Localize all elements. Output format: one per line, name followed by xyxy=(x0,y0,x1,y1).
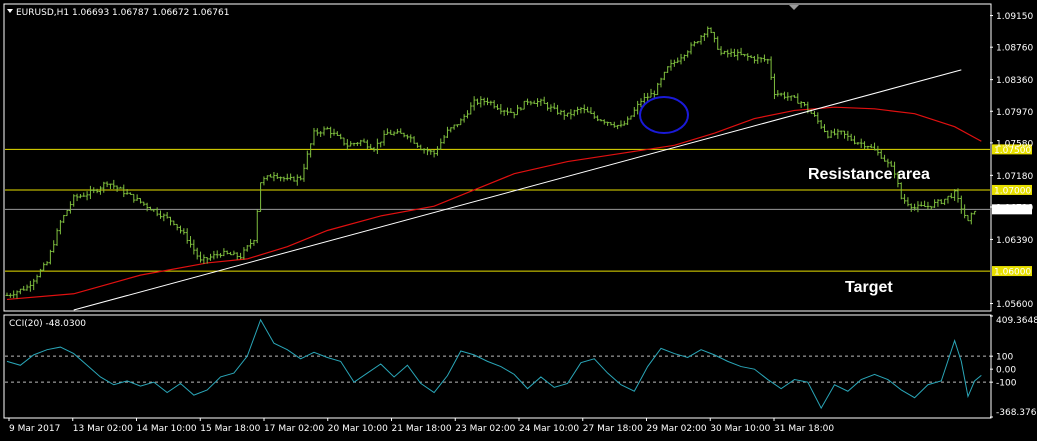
date-tick-label: 30 Mar 10:00 xyxy=(710,424,770,434)
price-tick-label: 1.09150 xyxy=(996,12,1033,22)
date-tick-label: 9 Mar 2017 xyxy=(9,424,60,434)
resistance-annotation: Resistance area xyxy=(808,166,930,183)
cci-label: CCI(20) -48.0300 xyxy=(9,319,86,329)
date-tick-label: 23 Mar 02:00 xyxy=(455,424,515,434)
date-tick-label: 20 Mar 10:00 xyxy=(328,424,388,434)
level-price-label: 1.06000 xyxy=(994,268,1031,278)
cci-tick-label: -100 xyxy=(996,379,1017,389)
date-tick-label: 24 Mar 10:00 xyxy=(519,424,579,434)
cci-tick-label: 409.3648 xyxy=(996,316,1037,326)
symbol-header: EURUSD,H1 1.06693 1.06787 1.06672 1.0676… xyxy=(16,8,229,18)
price-tick-label: 1.08760 xyxy=(996,44,1033,54)
date-tick-label: 27 Mar 18:00 xyxy=(583,424,643,434)
price-tick-label: 1.07970 xyxy=(996,108,1033,118)
price-tick-label: 1.05600 xyxy=(996,300,1033,310)
cci-tick-label: 0.00 xyxy=(996,366,1016,376)
cci-tick-label: -368.376 xyxy=(996,408,1037,418)
price-chart: EURUSD,H1 1.06693 1.06787 1.06672 1.0676… xyxy=(0,0,1037,441)
price-tick-label: 1.07580 xyxy=(996,139,1033,149)
price-tick-label: 1.07180 xyxy=(996,172,1033,182)
date-tick-label: 17 Mar 02:00 xyxy=(264,424,324,434)
price-tick-label: 1.06390 xyxy=(996,236,1033,246)
level-price-label: 1.07000 xyxy=(994,186,1031,196)
date-tick-label: 13 Mar 02:00 xyxy=(73,424,133,434)
date-tick-label: 15 Mar 18:00 xyxy=(200,424,260,434)
target-annotation: Target xyxy=(845,279,893,296)
date-tick-label: 29 Mar 02:00 xyxy=(647,424,707,434)
date-tick-label: 31 Mar 18:00 xyxy=(774,424,834,434)
date-tick-label: 21 Mar 18:00 xyxy=(392,424,452,434)
cci-tick-label: 100 xyxy=(996,353,1013,363)
price-tick-label: 1.08360 xyxy=(996,76,1033,86)
date-tick-label: 14 Mar 10:00 xyxy=(137,424,197,434)
price-tick-label: 1.06790 xyxy=(996,203,1033,213)
